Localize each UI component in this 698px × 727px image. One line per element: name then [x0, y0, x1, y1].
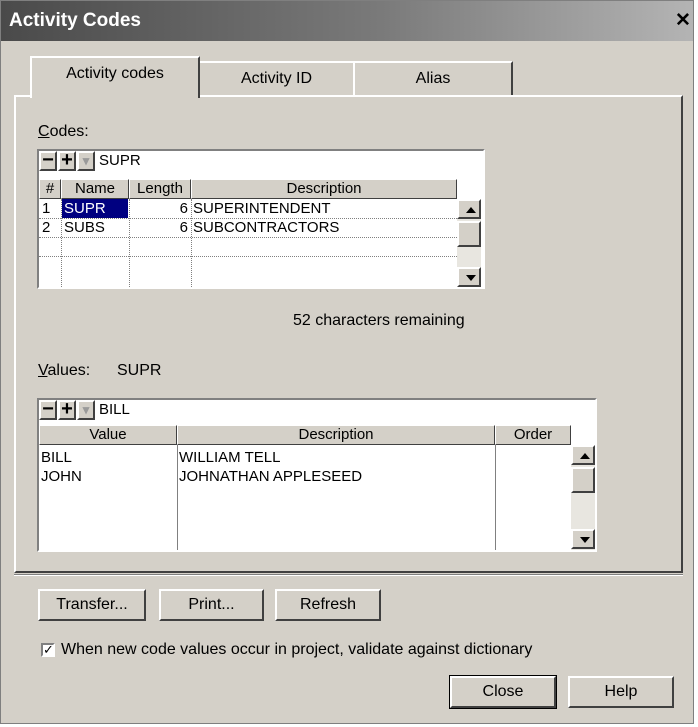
codes-row-2-number: 2 — [42, 219, 51, 236]
values-row-2-description[interactable]: JOHNATHAN APPLESEED — [179, 467, 362, 486]
scroll-up-arrow-icon — [466, 207, 476, 213]
values-edit-input[interactable]: BILL — [99, 401, 130, 418]
values-header-value[interactable]: Value — [39, 425, 177, 445]
codes-row-2-length[interactable]: 6 — [130, 218, 188, 237]
scroll-thumb[interactable] — [571, 467, 595, 493]
codes-header-number[interactable]: # — [39, 179, 61, 199]
tab-activity-id[interactable]: Activity ID — [198, 61, 355, 97]
tab-label: Activity codes — [66, 65, 164, 82]
transfer-button[interactable]: Transfer... — [38, 589, 146, 621]
separator — [14, 574, 683, 576]
dropdown-arrow-icon[interactable]: ▾ — [77, 151, 95, 171]
title-bar[interactable]: Activity Codes ✕ — [1, 1, 693, 41]
codes-header-length[interactable]: Length — [129, 179, 191, 199]
scroll-down-button[interactable] — [571, 529, 595, 549]
values-header-order[interactable]: Order — [495, 425, 571, 445]
codes-row-1-description[interactable]: SUPERINTENDENT — [193, 199, 331, 218]
codes-edit-input[interactable]: SUPR — [99, 152, 141, 169]
refresh-button[interactable]: Refresh — [275, 589, 381, 621]
plus-icon[interactable]: + — [58, 151, 76, 171]
help-button[interactable]: Help — [568, 676, 674, 708]
values-scrollbar[interactable] — [571, 445, 595, 550]
tab-label: Alias — [415, 70, 451, 87]
close-button[interactable]: Close — [449, 675, 557, 709]
codes-grid[interactable]: − + ▾ SUPR # Name Length Description 1 S… — [37, 149, 485, 289]
checkmark-icon: ✓ — [43, 642, 54, 657]
scroll-down-arrow-icon — [466, 275, 476, 281]
tab-label: Activity ID — [240, 70, 313, 87]
values-row-2-value[interactable]: JOHN — [41, 467, 82, 486]
dropdown-arrow-icon[interactable]: ▾ — [77, 400, 95, 420]
scroll-up-button[interactable] — [571, 445, 595, 465]
close-icon[interactable]: ✕ — [675, 11, 691, 30]
minus-icon[interactable]: − — [39, 400, 57, 420]
codes-row-2-description[interactable]: SUBCONTRACTORS — [193, 218, 339, 237]
minus-icon[interactable]: − — [39, 151, 57, 171]
values-grid[interactable]: − + ▾ BILL Value Description Order BILL … — [37, 398, 597, 552]
values-row-1-value[interactable]: BILL — [41, 448, 72, 467]
values-header-description[interactable]: Description — [177, 425, 495, 445]
codes-row-1-name[interactable]: SUPR — [62, 199, 128, 218]
plus-icon[interactable]: + — [58, 400, 76, 420]
values-label: Values: — [38, 362, 91, 379]
codes-row-1-number: 1 — [42, 200, 51, 217]
values-code-name: SUPR — [117, 362, 162, 379]
scroll-down-button[interactable] — [457, 267, 481, 287]
activity-codes-dialog: Activity Codes ✕ Activity codes Activity… — [0, 0, 694, 724]
print-button[interactable]: Print... — [159, 589, 264, 621]
codes-scrollbar[interactable] — [457, 199, 481, 287]
dialog-title: Activity Codes — [9, 10, 141, 31]
validate-checkbox[interactable]: ✓ — [41, 643, 55, 657]
validate-checkbox-label[interactable]: When new code values occur in project, v… — [61, 641, 532, 659]
scroll-thumb[interactable] — [457, 221, 481, 247]
tab-activity-codes[interactable]: Activity codes — [30, 56, 200, 98]
scroll-up-arrow-icon — [580, 453, 590, 459]
scroll-down-arrow-icon — [580, 537, 590, 543]
codes-row-2-name[interactable]: SUBS — [64, 218, 105, 237]
tab-alias[interactable]: Alias — [353, 61, 513, 97]
codes-header-description[interactable]: Description — [191, 179, 457, 199]
codes-header-name[interactable]: Name — [61, 179, 129, 199]
characters-remaining-text: 52 characters remaining — [293, 312, 465, 329]
scroll-up-button[interactable] — [457, 199, 481, 219]
values-row-1-description[interactable]: WILLIAM TELL — [179, 448, 280, 467]
codes-row-1-length[interactable]: 6 — [130, 199, 188, 218]
codes-label: Codes: — [38, 123, 89, 140]
